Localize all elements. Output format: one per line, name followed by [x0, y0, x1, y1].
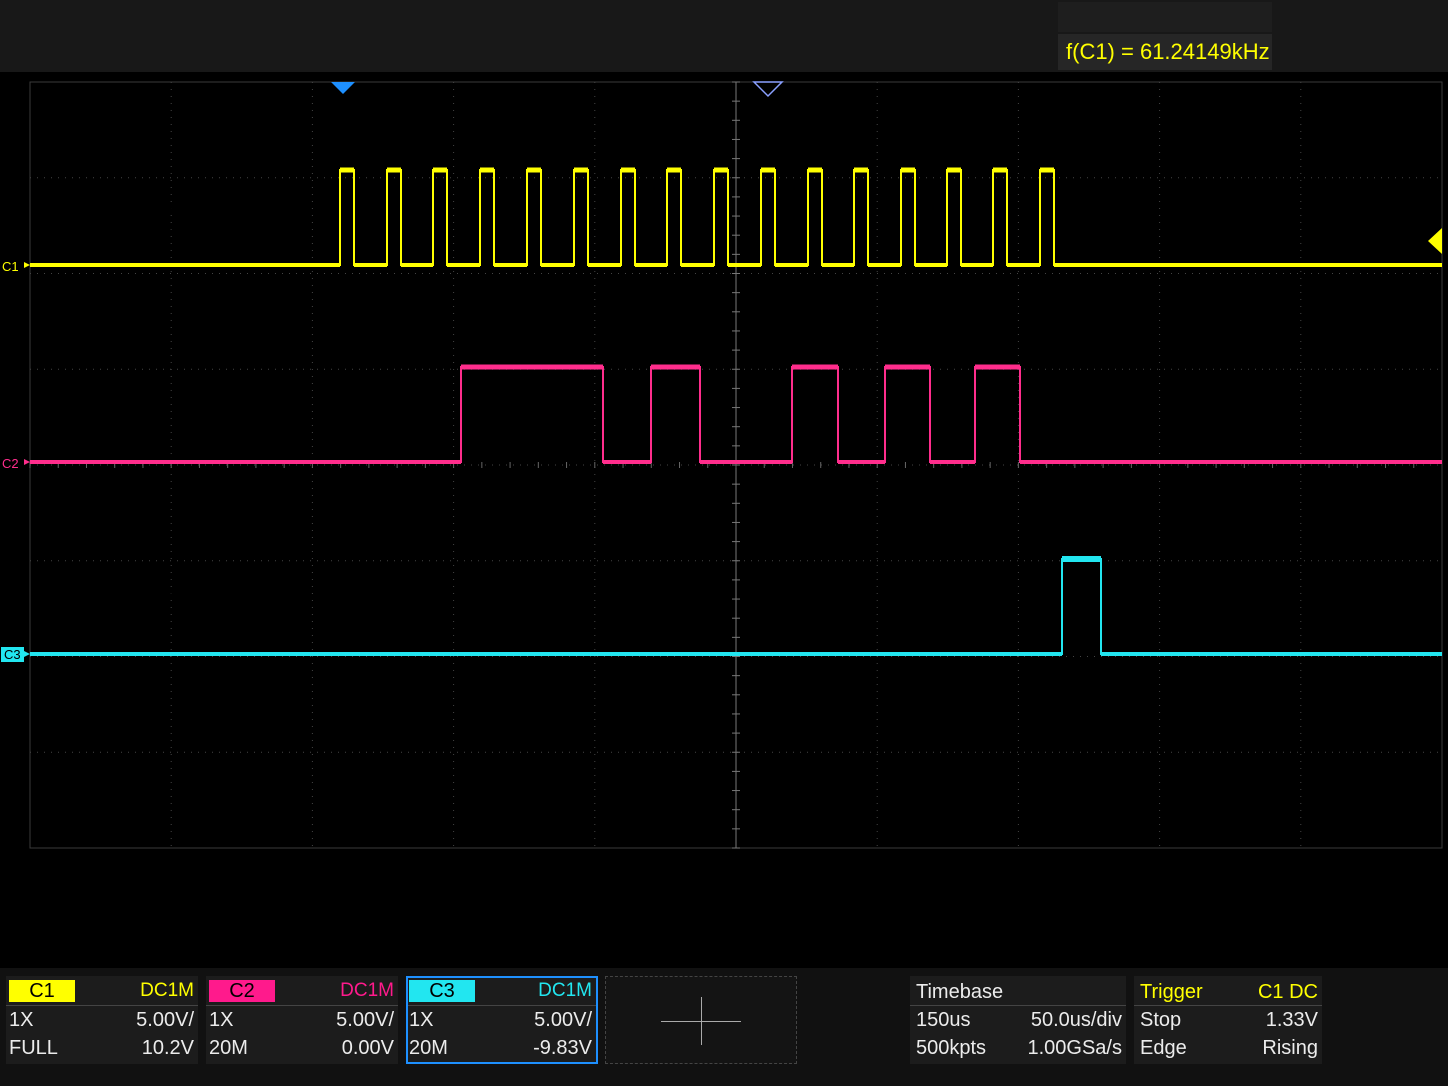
- trigger-source: C1 DC: [1257, 981, 1318, 1003]
- channel-1-bandwidth: FULL: [9, 1037, 58, 1059]
- clock-signal-label: CLOCK: [44, 196, 179, 242]
- channel-2-scale: 5.00V/: [336, 1009, 394, 1031]
- channel-3-marker[interactable]: C3: [1, 647, 24, 662]
- trigger-state: Stop: [1140, 1009, 1182, 1031]
- channel-2-panel[interactable]: C2 DC1M 1X 5.00V/ 20M 0.00V: [206, 976, 398, 1064]
- channel-1-probe: 1X: [9, 1009, 34, 1031]
- trigger-slope: Rising: [1262, 1037, 1318, 1059]
- channel-2-probe: 1X: [209, 1009, 234, 1031]
- channel-1-tag: C1: [9, 980, 75, 1002]
- trigger-panel[interactable]: Trigger C1 DC Stop 1.33V Edge Rising: [1134, 976, 1322, 1064]
- measurement-slot-empty: [1058, 2, 1272, 32]
- timebase-panel[interactable]: Timebase 150us 50.0us/div 500kpts 1.00GSa/…: [910, 976, 1126, 1064]
- channel-1-scale: 5.00V/: [136, 1009, 194, 1031]
- add-channel-button[interactable]: [605, 976, 797, 1064]
- plus-icon-vertical: [701, 997, 702, 1045]
- timebase-delay: 150us: [916, 1009, 971, 1031]
- channel-2-marker[interactable]: C2: [2, 456, 19, 471]
- channel-3-tag: C3: [409, 980, 475, 1002]
- channel-3-offset: -9.83V: [533, 1037, 592, 1059]
- channel-3-panel[interactable]: C3 DC1M 1X 5.00V/ 20M -9.83V: [406, 976, 598, 1064]
- channel-1-coupling: DC1M: [140, 980, 194, 1001]
- channel-2-tag: C2: [209, 980, 275, 1002]
- top-status-bar: f(C1) = 61.24149kHz: [0, 0, 1448, 72]
- memory-depth: 500kpts: [916, 1037, 987, 1059]
- channel-3-scale: 5.00V/: [534, 1009, 592, 1031]
- channel-1-marker[interactable]: C1: [2, 259, 19, 274]
- channel-3-coupling: DC1M: [538, 980, 592, 1001]
- channel-2-offset: 0.00V: [341, 1037, 394, 1059]
- timebase-title: Timebase: [916, 981, 1004, 1003]
- channel-2-bandwidth: 20M: [209, 1037, 248, 1059]
- channel-2-coupling: DC1M: [340, 980, 394, 1001]
- trigger-level: 1.33V: [1265, 1009, 1318, 1031]
- channel-3-bandwidth: 20M: [409, 1037, 448, 1059]
- channel-3-probe: 1X: [409, 1009, 434, 1031]
- timebase-scale: 50.0us/div: [1030, 1009, 1122, 1031]
- trigger-type: Edge: [1140, 1037, 1187, 1059]
- frequency-measurement[interactable]: f(C1) = 61.24149kHz: [1058, 34, 1272, 70]
- channel-1-offset: 10.2V: [141, 1037, 194, 1059]
- waveform-display[interactable]: [0, 72, 1448, 872]
- channel-1-panel[interactable]: C1 DC1M 1X 5.00V/ FULL 10.2V: [6, 976, 198, 1064]
- data-signal-label: DATA: [52, 390, 156, 436]
- trigger-title: Trigger: [1140, 981, 1203, 1003]
- sample-rate: 1.00GSa/s: [1027, 1037, 1122, 1059]
- strobe-signal-label: STROBE: [45, 583, 207, 629]
